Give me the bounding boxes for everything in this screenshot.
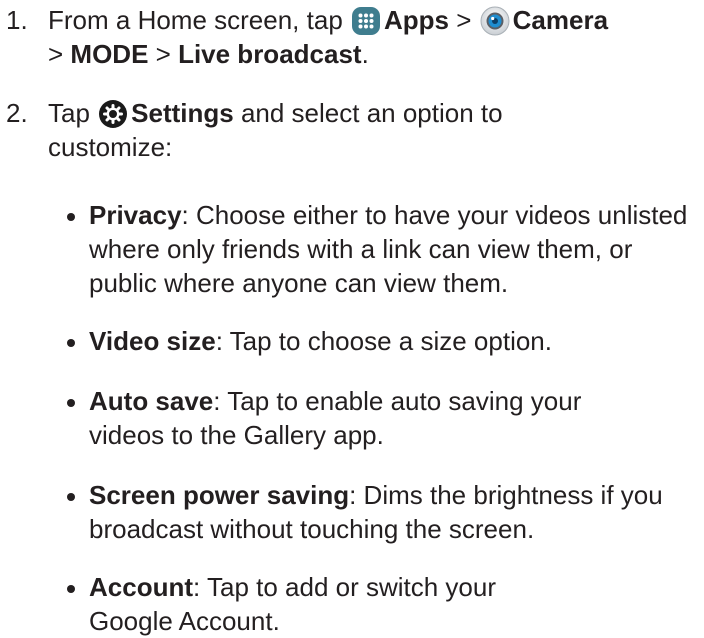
step-text-part: > (148, 39, 179, 69)
step-1: 1. From a Home screen, tap Apps > Camera… (6, 3, 696, 71)
step-text: From a Home screen, tap Apps > Camera > … (48, 3, 696, 71)
step-text-part: > (48, 39, 71, 69)
option-video-size: Video size: Tap to choose a size option. (67, 324, 697, 358)
instruction-page: 1. From a Home screen, tap Apps > Camera… (0, 0, 704, 636)
apps-grid-icon (351, 6, 381, 36)
step-text: Tap Settings and select an option to cus… (48, 96, 608, 164)
bullet-dot (67, 213, 75, 221)
option-term: Auto save (89, 386, 214, 416)
option-screen-power-saving: Screen power saving: Dims the brightness… (67, 478, 697, 546)
bullet-dot (67, 493, 75, 501)
option-term: Video size (89, 326, 216, 356)
step-number: 1. (6, 5, 28, 35)
step-text-part: . (361, 39, 369, 69)
step-number: 2. (6, 98, 28, 128)
option-auto-save: Auto save: Tap to enable auto saving you… (67, 384, 697, 452)
step-text-part: Tap (48, 98, 98, 128)
bullet-dot (67, 399, 75, 407)
bullet-dot (67, 339, 75, 347)
option-text: Privacy: Choose either to have your vide… (89, 198, 694, 300)
step-text-part: > (449, 5, 479, 35)
live-broadcast-label: Live broadcast (178, 39, 362, 69)
mode-label: MODE (70, 39, 149, 69)
option-description: : Tap to choose a size option. (215, 326, 552, 356)
option-text: Account: Tap to add or switch your Googl… (89, 570, 509, 638)
step-2: 2. Tap Settings and select an option to … (6, 96, 696, 164)
option-term: Account (89, 572, 193, 602)
option-term: Screen power saving (89, 480, 350, 510)
step-text-part: From a Home screen, tap (48, 5, 350, 35)
camera-label: Camera (512, 5, 609, 35)
settings-label: Settings (131, 98, 234, 128)
option-text: Auto save: Tap to enable auto saving you… (89, 384, 619, 452)
bullet-dot (67, 585, 75, 593)
option-text: Video size: Tap to choose a size option. (89, 324, 697, 358)
option-account: Account: Tap to add or switch your Googl… (67, 570, 697, 638)
settings-gear-icon (98, 99, 128, 129)
option-text: Screen power saving: Dims the brightness… (89, 478, 694, 546)
apps-label: Apps (384, 5, 449, 35)
option-term: Privacy (89, 200, 182, 230)
option-privacy: Privacy: Choose either to have your vide… (67, 198, 697, 300)
camera-icon (480, 6, 510, 36)
